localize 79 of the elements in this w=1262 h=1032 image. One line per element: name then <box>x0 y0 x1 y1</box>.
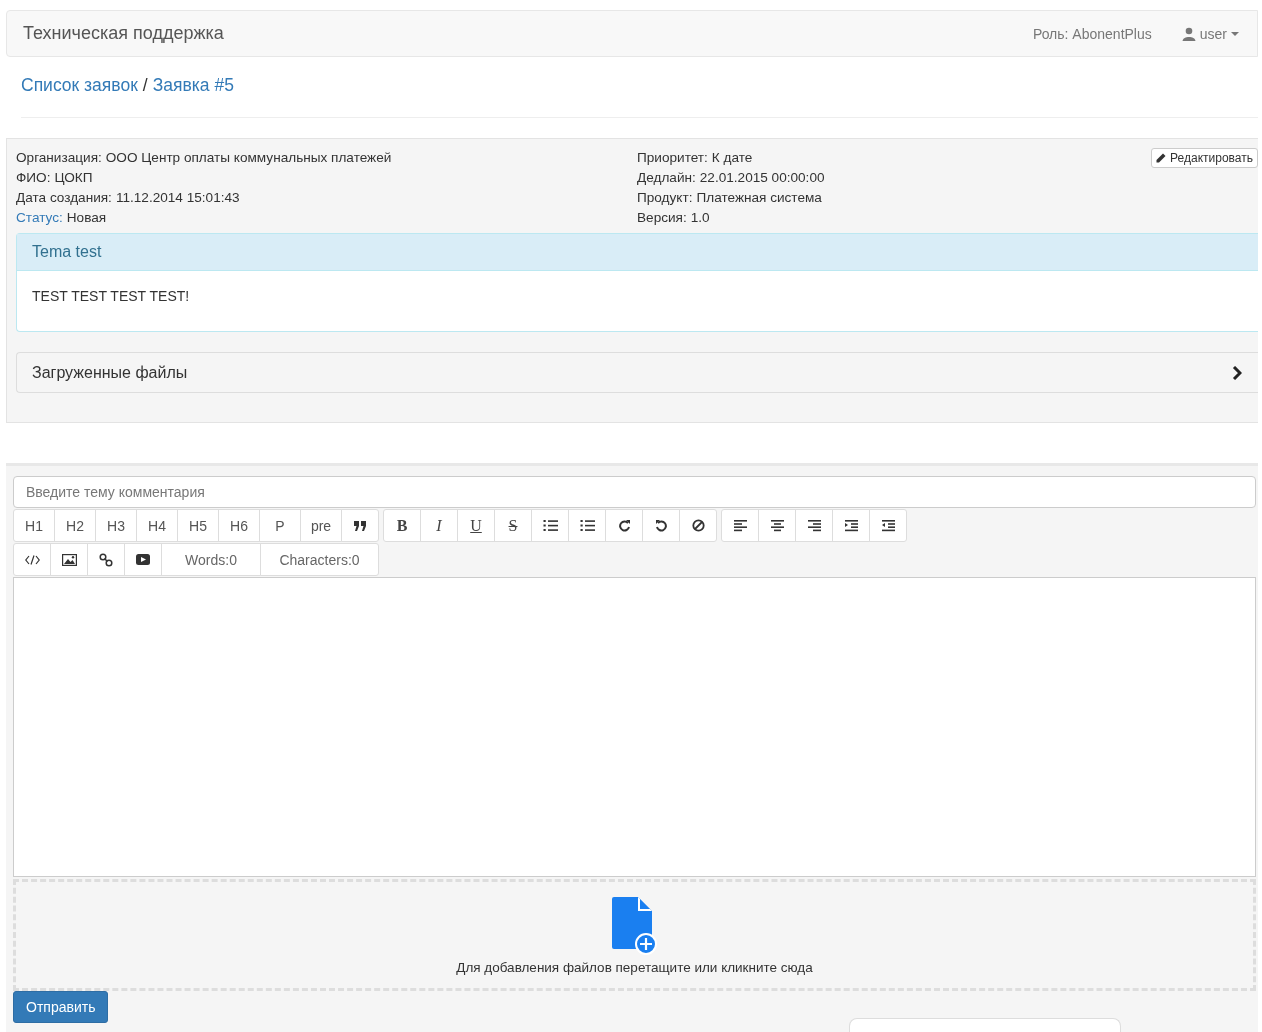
toolbar-button[interactable] <box>795 509 833 542</box>
toolbar-button[interactable] <box>869 509 907 542</box>
toolbar-button[interactable]: Characters:0 <box>260 543 379 576</box>
align-right-icon <box>806 519 822 532</box>
user-icon <box>1181 26 1196 41</box>
align-center-icon <box>769 519 785 532</box>
toolbar-button[interactable]: H6 <box>218 509 260 542</box>
user-menu[interactable]: user <box>1181 25 1239 42</box>
toolbar-button[interactable]: P <box>259 509 301 542</box>
toolbar-button[interactable]: U <box>457 509 495 542</box>
field-label: Организация: <box>16 150 102 165</box>
undo-icon <box>654 519 668 532</box>
toolbar-button[interactable]: pre <box>300 509 342 542</box>
toolbar-button[interactable] <box>721 509 759 542</box>
toolbar-button[interactable]: B <box>383 509 421 542</box>
field-label: Статус: <box>16 210 63 225</box>
image-icon <box>61 553 77 566</box>
breadcrumb-link[interactable]: Список заявок <box>21 75 138 98</box>
field-label: Дата создания: <box>16 190 112 205</box>
caret-icon <box>1231 31 1239 36</box>
field-value: ЦОКП <box>54 170 93 185</box>
toolbar-button[interactable]: H4 <box>136 509 178 542</box>
toolbar-button[interactable]: S <box>494 509 532 542</box>
message-body: TEST TEST TEST TEST! <box>31 287 191 306</box>
brand-title[interactable]: Техническая поддержка <box>23 23 1033 44</box>
field-value: 1.0 <box>690 210 710 225</box>
toolbar-button[interactable] <box>341 509 379 542</box>
quote-icon <box>353 520 367 531</box>
redo-icon <box>617 519 631 532</box>
field-value: 11.12.2014 15:01:43 <box>115 190 240 205</box>
toolbar-button[interactable]: H3 <box>95 509 137 542</box>
toolbar-button[interactable] <box>679 509 717 542</box>
toolbar-button[interactable] <box>124 543 162 576</box>
toolbar-button[interactable]: H2 <box>54 509 96 542</box>
toolbar-button[interactable] <box>87 543 125 576</box>
field-value: Платежная система <box>696 190 822 205</box>
align-left-icon <box>732 519 748 532</box>
dropzone-text: Для добавления файлов перетащите или кликните сюда <box>456 960 813 975</box>
numbered-list-icon <box>579 519 595 532</box>
clear-icon <box>691 519 705 532</box>
toolbar-button[interactable] <box>50 543 88 576</box>
breadcrumb-separator: / <box>142 75 148 97</box>
toolbar-button[interactable] <box>642 509 680 542</box>
toolbar-button[interactable] <box>531 509 569 542</box>
files-title: Загруженные файлы <box>32 363 188 382</box>
field-value: К дате <box>711 150 753 165</box>
link-icon <box>99 552 113 567</box>
subject-field[interactable]: Введите тему комментария <box>13 476 1256 508</box>
breadcrumb-link[interactable]: Заявка #5 <box>152 75 234 98</box>
toolbar-button[interactable] <box>832 509 870 542</box>
edit-button[interactable]: Редактировать <box>1151 148 1258 168</box>
toolbar-button[interactable]: H5 <box>177 509 219 542</box>
field-label: Приоритет: <box>637 150 708 165</box>
toolbar-button[interactable] <box>758 509 796 542</box>
indent-icon <box>843 519 859 532</box>
field-value: Новая <box>66 210 107 225</box>
files-panel[interactable]: Загруженные файлы <box>16 352 1258 393</box>
toolbar-button[interactable]: Words:0 <box>161 543 261 576</box>
pencil-icon <box>1156 153 1167 163</box>
field-label: Версия: <box>637 210 687 225</box>
outdent-icon <box>880 519 896 532</box>
add-file-icon <box>611 897 658 955</box>
message-title: Tema test <box>17 234 1258 271</box>
role-label: Роль: AbonentPlus <box>1032 25 1152 42</box>
submit-button[interactable]: Отправить <box>13 991 109 1023</box>
code-icon <box>24 554 40 565</box>
dropzone[interactable]: Для добавления файлов перетащите или кликните сюда <box>13 879 1256 991</box>
toolbar-button[interactable] <box>568 509 606 542</box>
field-value: 22.01.2015 00:00:00 <box>699 170 825 185</box>
toolbar-button[interactable]: H1 <box>13 509 55 542</box>
field-label: Продукт: <box>637 190 693 205</box>
field-label: Дедлайн: <box>637 170 696 185</box>
bullet-list-icon <box>542 519 558 532</box>
chevron-icon <box>1232 365 1242 380</box>
video-icon <box>136 554 150 565</box>
field-value: ООО Центр оплаты коммунальных платежей <box>105 150 392 165</box>
toolbar-button[interactable]: I <box>420 509 458 542</box>
toolbar-button[interactable] <box>605 509 643 542</box>
field-label: ФИО: <box>16 170 51 185</box>
